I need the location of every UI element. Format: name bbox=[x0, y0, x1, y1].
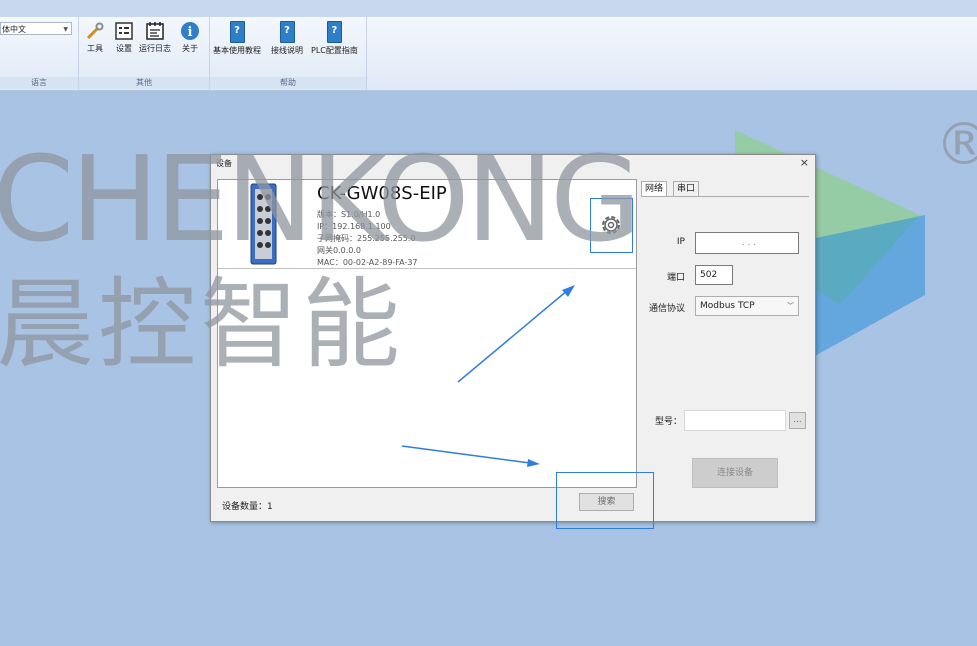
ribbon-group-other: 工具 设置 运行日志 i 关于 其他 bbox=[79, 17, 210, 90]
ribbon-group-language: 体中文 ▼ 语言 bbox=[0, 17, 79, 90]
tab-serial[interactable]: 串口 bbox=[673, 181, 700, 197]
tools-label: 工具 bbox=[87, 44, 103, 53]
about-label: 关于 bbox=[182, 44, 198, 53]
watermark-latin-text: CHENKONG bbox=[0, 130, 641, 268]
ip-label: IP bbox=[676, 237, 685, 247]
protocol-label: 通信协议 bbox=[648, 304, 685, 314]
language-select[interactable]: 体中文 ▼ bbox=[0, 22, 72, 35]
svg-text:i: i bbox=[188, 25, 193, 40]
run-log-label: 运行日志 bbox=[139, 44, 171, 53]
ribbon: 体中文 ▼ 语言 工具 设置 运行日志 i 关于 其他 ? 基本使用教程 ? 接… bbox=[0, 17, 977, 91]
run-log-button[interactable]: 运行日志 bbox=[139, 21, 171, 54]
tab-divider bbox=[641, 196, 809, 197]
about-button[interactable]: i 关于 bbox=[180, 21, 200, 54]
watermark-registered-mark: ® bbox=[935, 110, 977, 178]
help-book-icon: ? bbox=[229, 21, 245, 43]
device-count-label: 设备数量：1 bbox=[222, 502, 273, 512]
settings-button[interactable]: 设置 bbox=[114, 21, 134, 54]
watermark-chinese-text: 晨控智能 bbox=[0, 268, 405, 382]
tools-button[interactable]: 工具 bbox=[85, 21, 105, 54]
port-input[interactable]: 502 bbox=[695, 265, 733, 285]
chevron-down-icon: ▼ bbox=[63, 26, 68, 33]
log-icon bbox=[146, 22, 164, 40]
ip-input[interactable]: . . . bbox=[695, 232, 799, 254]
wiring-guide-button[interactable]: ? 接线说明 bbox=[271, 21, 303, 56]
wiring-guide-label: 接线说明 bbox=[271, 46, 303, 55]
settings-label: 设置 bbox=[116, 44, 132, 53]
basic-tutorial-label: 基本使用教程 bbox=[213, 46, 261, 55]
ribbon-group-help: ? 基本使用教程 ? 接线说明 ? PLC配置指南 帮助 bbox=[210, 17, 367, 90]
language-select-value: 体中文 bbox=[2, 25, 26, 34]
tools-icon bbox=[86, 22, 104, 40]
settings-icon bbox=[115, 22, 133, 40]
chevron-down-icon: ﹀ bbox=[787, 302, 794, 310]
basic-tutorial-button[interactable]: ? 基本使用教程 bbox=[213, 21, 261, 56]
help-book-icon: ? bbox=[279, 21, 295, 43]
search-highlight-box bbox=[556, 472, 654, 529]
port-label: 端口 bbox=[666, 273, 685, 283]
tab-network[interactable]: 网络 bbox=[641, 181, 668, 197]
protocol-select-value: Modbus TCP bbox=[700, 301, 755, 311]
close-icon[interactable]: × bbox=[800, 156, 809, 169]
help-book-icon: ? bbox=[326, 21, 342, 43]
model-label: 型号： bbox=[654, 417, 682, 427]
plc-config-guide-label: PLC配置指南 bbox=[311, 46, 358, 55]
ribbon-group-label-help: 帮助 bbox=[210, 77, 366, 89]
ribbon-group-label-other: 其他 bbox=[79, 77, 209, 89]
ribbon-group-label-language: 语言 bbox=[0, 77, 78, 89]
plc-config-guide-button[interactable]: ? PLC配置指南 bbox=[311, 21, 358, 56]
info-icon: i bbox=[181, 22, 199, 40]
protocol-select[interactable]: Modbus TCP ﹀ bbox=[695, 296, 799, 316]
browse-model-button[interactable]: ... bbox=[789, 412, 806, 429]
connect-device-button[interactable]: 连接设备 bbox=[692, 458, 778, 488]
model-input[interactable] bbox=[684, 410, 786, 431]
window-title-bar bbox=[0, 0, 977, 17]
